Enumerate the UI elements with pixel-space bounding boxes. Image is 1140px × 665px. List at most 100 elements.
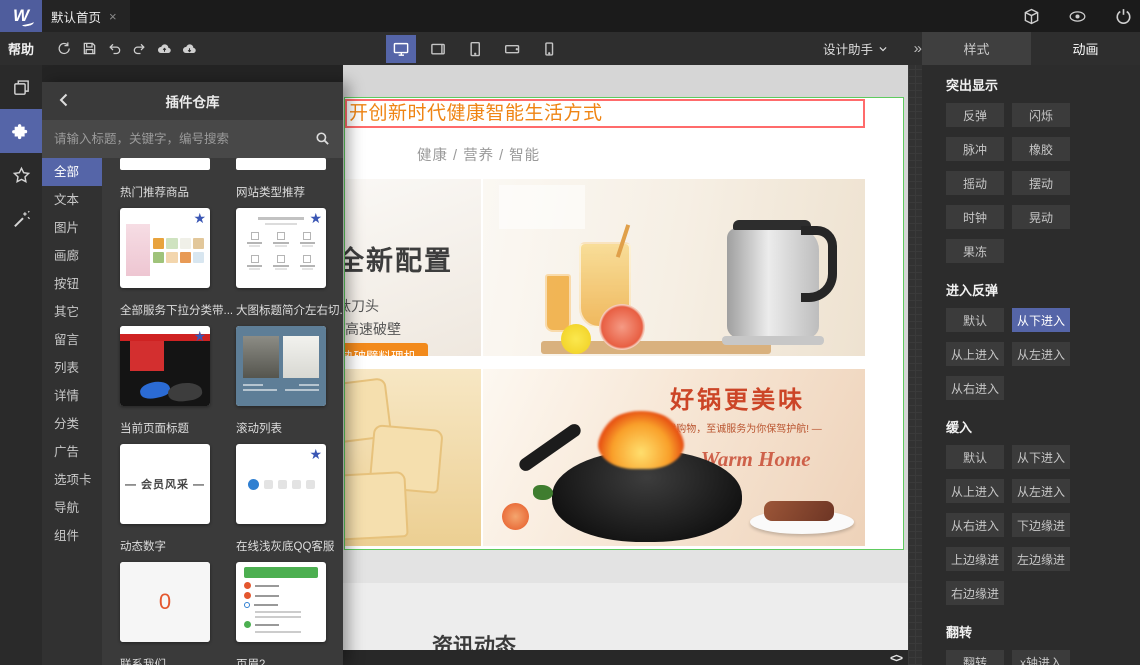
bread-photo[interactable] xyxy=(345,369,481,546)
device-tablet-landscape-icon[interactable] xyxy=(423,35,453,63)
category-item[interactable]: 导航 xyxy=(42,494,102,522)
animation-button[interactable]: 翻转 xyxy=(946,650,1004,665)
expand-panel-button[interactable]: » xyxy=(914,32,922,65)
search-icon[interactable] xyxy=(315,131,331,147)
tab-style[interactable]: 样式 xyxy=(922,32,1031,65)
components-cube-icon[interactable] xyxy=(1020,5,1042,27)
sidebar-item-plugins[interactable] xyxy=(0,109,42,153)
device-phone-portrait-icon[interactable] xyxy=(534,35,564,63)
animation-button[interactable]: 从上进入 xyxy=(946,342,1004,366)
category-item[interactable]: 全部 xyxy=(42,158,102,186)
selected-page-section[interactable]: 开创新时代健康智能生活方式 健康 / 营养 / 智能 全新配置 钛刀头 分高速破… xyxy=(344,97,904,550)
device-tablet-portrait-icon[interactable] xyxy=(460,35,490,63)
category-item[interactable]: 图片 xyxy=(42,214,102,242)
category-item[interactable]: 其它 xyxy=(42,298,102,326)
sidebar-item-tools[interactable] xyxy=(0,197,42,241)
plugin-card-partial[interactable] xyxy=(236,158,326,170)
animation-button[interactable]: 从上进入 xyxy=(946,479,1004,503)
tab-animation[interactable]: 动画 xyxy=(1031,32,1140,65)
animation-button[interactable]: 左边缘进 xyxy=(1012,547,1070,571)
animation-button[interactable]: 从下进入 xyxy=(1012,445,1070,469)
plugin-card[interactable]: ★ xyxy=(120,208,210,288)
favorite-star-icon[interactable]: ★ xyxy=(193,210,206,227)
category-item[interactable]: 文本 xyxy=(42,186,102,214)
redo-icon[interactable] xyxy=(127,32,152,65)
back-chevron-icon[interactable] xyxy=(56,92,74,110)
sidebar-item-pages[interactable] xyxy=(0,65,42,109)
animation-button[interactable]: 反弹 xyxy=(946,103,1004,127)
animation-button[interactable]: 闪烁 xyxy=(1012,103,1070,127)
animation-button[interactable]: 摆动 xyxy=(1012,171,1070,195)
animation-button[interactable]: 从右进入 xyxy=(946,513,1004,537)
anim-section: 突出显示 反弹 闪烁 脉冲 橡胶 摇动 摆动 时钟 晃动 果冻 xyxy=(946,79,1130,263)
favorite-star-icon[interactable]: ★ xyxy=(193,328,206,345)
animation-button[interactable]: 从下进入 xyxy=(1012,308,1070,332)
plugin-card[interactable] xyxy=(236,562,326,642)
promo-image[interactable]: 全新配置 钛刀头 分高速破壁 热破壁料理机 xyxy=(345,179,481,356)
animation-button[interactable]: 橡胶 xyxy=(1012,137,1070,161)
app-logo[interactable]: W xyxy=(0,0,42,32)
animation-button[interactable]: x轴进入 xyxy=(1012,650,1070,665)
hero-subtitle[interactable]: 健康 / 营养 / 智能 xyxy=(417,144,540,165)
animation-button[interactable]: 从左进入 xyxy=(1012,479,1070,503)
canvas-scrollbar[interactable] xyxy=(908,65,922,665)
category-item[interactable]: 选项卡 xyxy=(42,466,102,494)
plugin-card[interactable]: 0 xyxy=(120,562,210,642)
design-canvas[interactable]: 开创新时代健康智能生活方式 健康 / 营养 / 智能 全新配置 钛刀头 分高速破… xyxy=(343,65,908,665)
code-toggle-icon[interactable]: <> xyxy=(890,650,903,665)
cloud-download-icon[interactable] xyxy=(177,32,202,65)
animation-button[interactable]: 上边缘进 xyxy=(946,547,1004,571)
animation-button[interactable]: 时钟 xyxy=(946,205,1004,229)
animation-button[interactable]: 默认 xyxy=(946,445,1004,469)
page-tab[interactable]: 默认首页 × xyxy=(42,0,130,32)
anim-section-title: 突出显示 xyxy=(946,78,999,93)
help-menu[interactable]: 帮助 xyxy=(8,32,34,65)
refresh-icon[interactable] xyxy=(52,32,77,65)
animation-button[interactable]: 脉冲 xyxy=(946,137,1004,161)
power-icon[interactable] xyxy=(1112,5,1134,27)
promo-button[interactable]: 热破壁料理机 xyxy=(345,343,429,356)
hero-title-element[interactable]: 开创新时代健康智能生活方式 xyxy=(345,99,865,128)
sidebar-item-favorites[interactable] xyxy=(0,153,42,197)
animation-button[interactable]: 晃动 xyxy=(1012,205,1070,229)
animation-button[interactable]: 果冻 xyxy=(946,239,1004,263)
category-item[interactable]: 组件 xyxy=(42,522,102,550)
animation-button[interactable]: 右边缘进 xyxy=(946,581,1004,605)
plugin-card-partial[interactable] xyxy=(120,158,210,170)
save-icon[interactable] xyxy=(77,32,102,65)
animation-button[interactable]: 从右进入 xyxy=(946,376,1004,400)
device-phone-landscape-icon[interactable] xyxy=(497,35,527,63)
category-item[interactable]: 详情 xyxy=(42,382,102,410)
panel-header: 插件仓库 xyxy=(42,82,343,120)
favorite-star-icon[interactable]: ★ xyxy=(309,210,322,227)
preview-eye-icon[interactable] xyxy=(1066,5,1088,27)
kettle-juice-photo[interactable] xyxy=(483,179,865,356)
plugin-card[interactable]: ★ xyxy=(120,326,210,406)
close-icon[interactable]: × xyxy=(109,9,117,24)
animation-button[interactable]: 从左进入 xyxy=(1012,342,1070,366)
undo-icon[interactable] xyxy=(102,32,127,65)
wok-banner[interactable]: 好锅更美味 — 无忧购物，至诚服务为你保驾护航! — Warm Home xyxy=(483,369,865,546)
cloud-upload-icon[interactable] xyxy=(152,32,177,65)
category-item[interactable]: 分类 xyxy=(42,410,102,438)
favorite-star-icon[interactable]: ★ xyxy=(309,446,322,463)
design-assistant-dropdown[interactable]: 设计助手 xyxy=(823,32,888,65)
promo-line2: 分高速破壁 xyxy=(345,321,401,337)
plugin-card-label: 联系我们 xyxy=(120,659,166,665)
category-item[interactable]: 广告 xyxy=(42,438,102,466)
plugin-search-input[interactable] xyxy=(42,120,343,158)
plugin-card[interactable] xyxy=(236,326,326,406)
animation-button[interactable]: 摇动 xyxy=(946,171,1004,195)
category-item[interactable]: 列表 xyxy=(42,354,102,382)
puzzle-icon xyxy=(11,122,31,141)
animation-button[interactable]: 默认 xyxy=(946,308,1004,332)
plugin-card[interactable]: — 会员风采 — xyxy=(120,444,210,524)
plugin-card[interactable]: ★ xyxy=(236,208,326,288)
plugin-card[interactable]: ★ xyxy=(236,444,326,524)
plugin-card-label: 页眉2 xyxy=(236,659,266,665)
category-item[interactable]: 画廊 xyxy=(42,242,102,270)
animation-button[interactable]: 下边缘进 xyxy=(1012,513,1070,537)
category-item[interactable]: 留言 xyxy=(42,326,102,354)
category-item[interactable]: 按钮 xyxy=(42,270,102,298)
device-desktop-icon[interactable] xyxy=(386,35,416,63)
